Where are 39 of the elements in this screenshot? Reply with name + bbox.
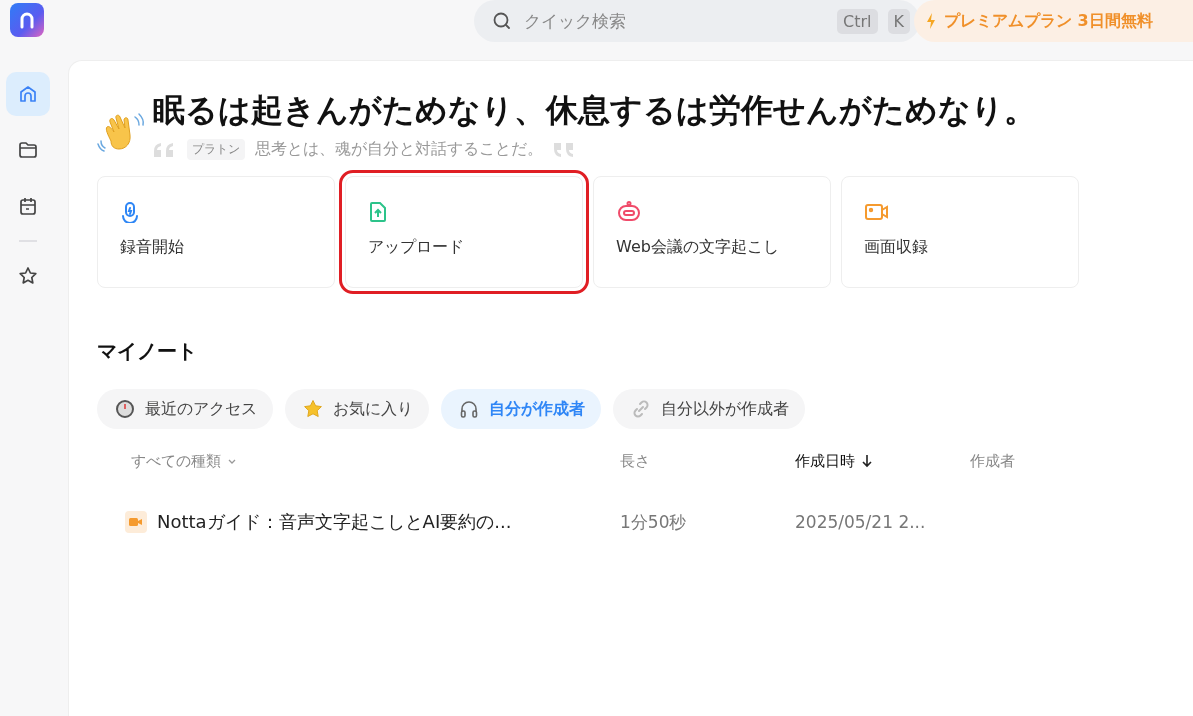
video-file-icon (125, 511, 147, 533)
favorite-tab[interactable]: お気に入り (285, 389, 429, 429)
section-heading: マイノート (97, 338, 198, 365)
clock-icon (115, 399, 135, 419)
quote-author: プラトン (187, 139, 245, 160)
shortcut-key: K (887, 8, 910, 34)
video-camera-icon (864, 201, 890, 223)
screen-card[interactable]: 画面収録 (841, 176, 1079, 288)
record-card[interactable]: 録音開始 (97, 176, 335, 288)
folder-icon (18, 140, 38, 160)
lightning-icon (926, 13, 936, 29)
file-upload-icon (368, 201, 388, 223)
quote-text: 思考とは、魂が自分と対話することだ。 (255, 139, 543, 160)
note-title[interactable]: Nottaガイド：音声文字起こしとAI要約の... (157, 510, 512, 534)
sort-down-icon (861, 454, 873, 468)
column-header[interactable]: 作成者 (970, 451, 1130, 471)
star-icon (303, 399, 323, 419)
headphones-icon (459, 399, 479, 419)
greeting-title: 眠るは起きんがためなり、休息するは労作せんがためなり。 (153, 90, 1036, 131)
meeting-card[interactable]: Web会議の文字起こし (593, 176, 831, 288)
home-icon (18, 84, 38, 104)
note-created: 2025/05/21 2... (795, 512, 927, 532)
link-icon (631, 399, 651, 419)
others-tab[interactable]: 自分以外が作成者 (613, 389, 805, 429)
app-logo[interactable] (10, 3, 44, 37)
column-header[interactable]: すべての種類 (131, 451, 620, 471)
robot-icon (616, 201, 642, 223)
calendar-icon (18, 196, 38, 216)
home-nav-item[interactable] (6, 72, 50, 116)
column-header[interactable]: 長さ (620, 451, 795, 471)
search-field[interactable]: クイック検索 (522, 10, 828, 32)
shortcut-key: Ctrl (837, 8, 878, 34)
search-icon (492, 11, 512, 31)
note-length: 1分50秒 (620, 510, 688, 534)
promo-text: プレミアムプラン 3日間無料 (944, 10, 1153, 32)
column-header[interactable]: 作成日時 (795, 451, 970, 471)
recent-tab[interactable]: 最近のアクセス (97, 389, 273, 429)
microphone-icon (120, 201, 140, 223)
star-icon (18, 266, 38, 286)
